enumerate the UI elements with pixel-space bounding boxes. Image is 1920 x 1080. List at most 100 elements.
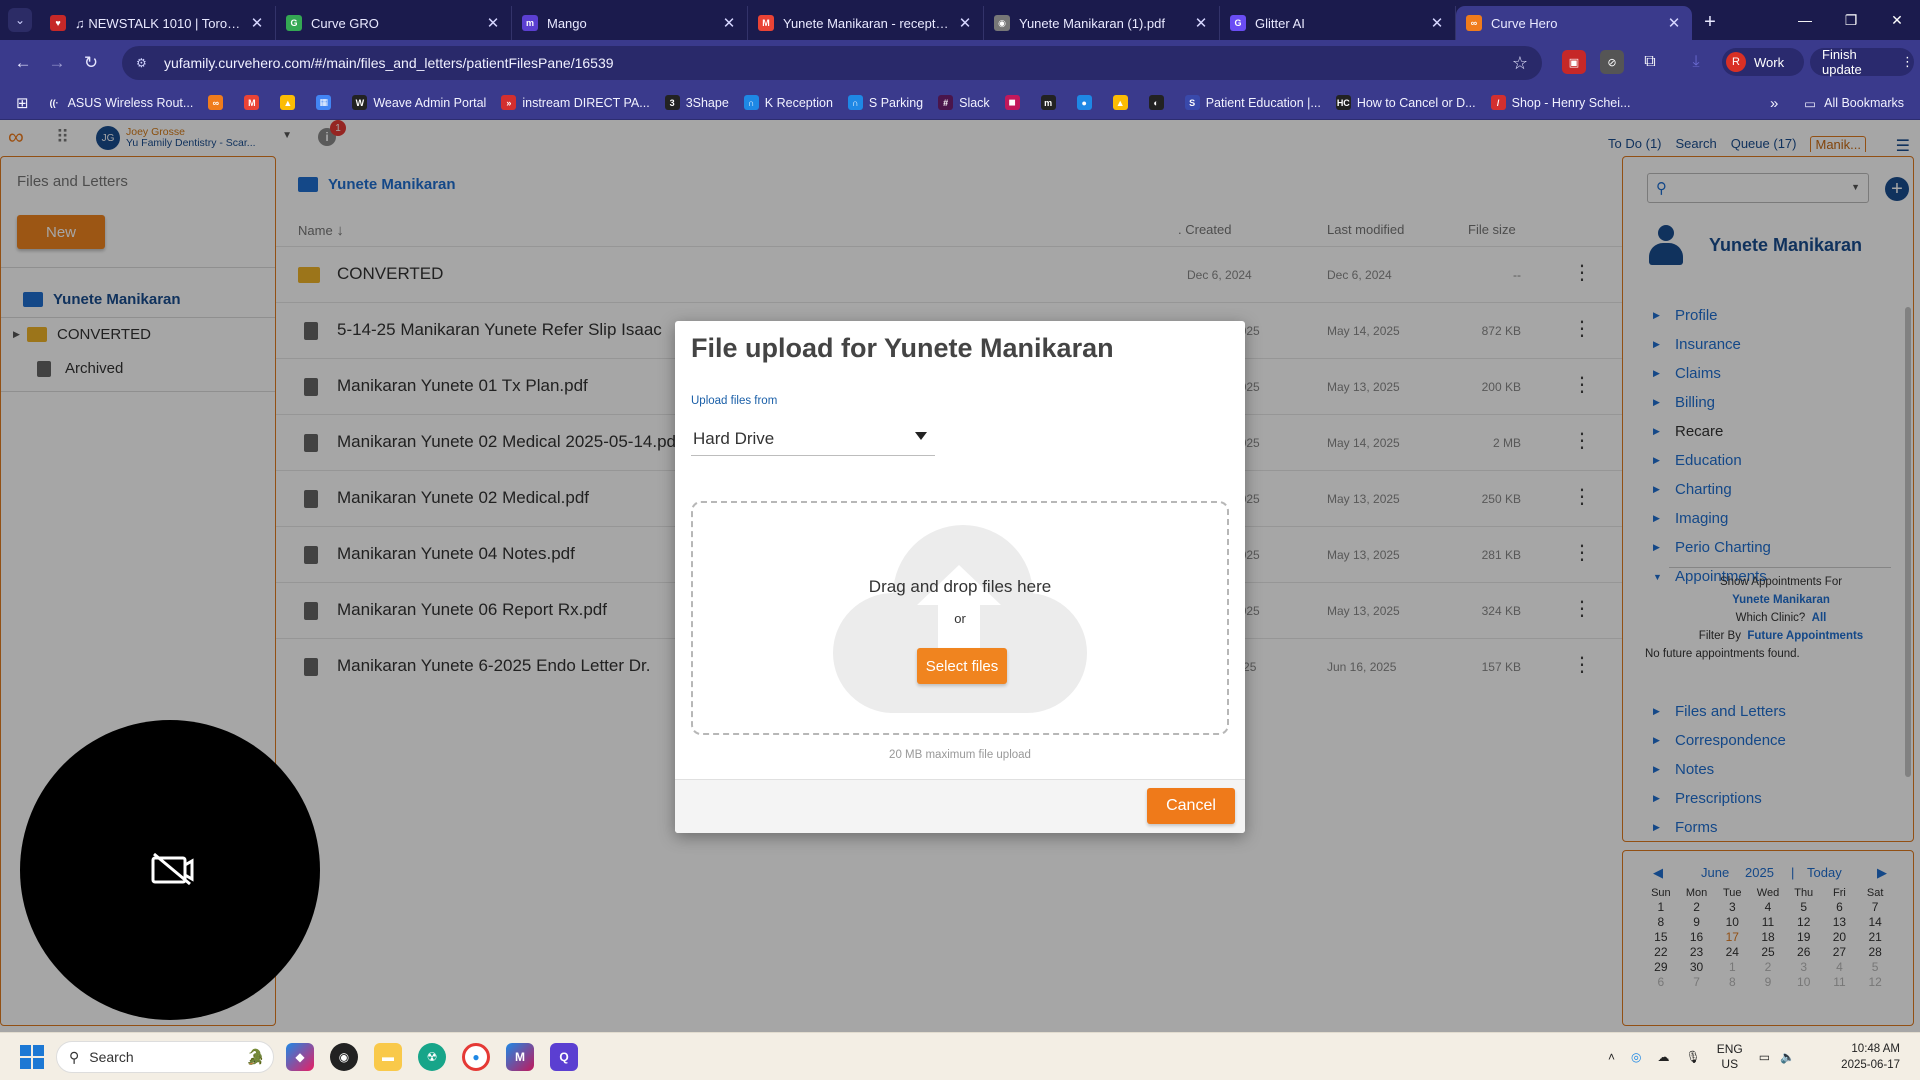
or-text: or (954, 611, 966, 626)
file-drop-zone[interactable]: Drag and drop files here or Select files (691, 501, 1229, 735)
dialog-footer: Cancel (675, 779, 1245, 833)
bookmark-favicon-icon: ◼ (1004, 95, 1020, 110)
bookmark-item[interactable]: ∩ K Reception (743, 95, 833, 110)
bookmark-item[interactable]: ◐ (1148, 95, 1170, 110)
upload-source-select[interactable]: Hard Drive (691, 422, 935, 456)
extension-off-icon[interactable]: ⊘ (1600, 50, 1624, 74)
close-tab-icon[interactable]: ✕ (1193, 14, 1209, 32)
bookmark-label: Patient Education |... (1205, 95, 1321, 110)
bookmark-item[interactable]: » instream DIRECT PA... (501, 95, 650, 110)
bookmark-item[interactable]: ● (1076, 95, 1098, 110)
close-window-icon[interactable]: ✕ (1874, 0, 1920, 40)
browser-tab[interactable]: G Glitter AI ✕ (1220, 6, 1456, 40)
extensions-puzzle-icon[interactable]: ⧉ (1638, 50, 1662, 74)
tab-favicon-icon: G (1230, 15, 1246, 31)
all-bookmarks[interactable]: » ▭ All Bookmarks (1770, 86, 1904, 120)
onedrive-icon[interactable]: ☁ (1658, 1050, 1670, 1064)
bookmark-item[interactable]: S Patient Education |... (1184, 95, 1321, 110)
more-vert-icon[interactable]: ⋮ (1901, 54, 1914, 70)
microphone-icon[interactable]: 🎙 (1686, 1050, 1701, 1064)
file-explorer-icon[interactable]: ▬ (374, 1043, 402, 1071)
lang-label: ENG (1716, 1042, 1743, 1056)
upload-from-label: Upload files from (691, 395, 778, 407)
browser-tab[interactable]: G Curve GRO ✕ (276, 6, 512, 40)
close-tab-icon[interactable]: ✕ (249, 14, 265, 32)
forward-icon[interactable]: → (40, 53, 74, 73)
bookmark-item[interactable]: W Weave Admin Portal (352, 95, 486, 110)
windows-taskbar: ⚲ Search 🐊 ◆ ◉ ▬ ☢ ● M Q ˄ ◎ ☁ 🎙 ENG US … (0, 1032, 1920, 1080)
browser-tab[interactable]: M Yunete Manikaran - reception@ ✕ (748, 6, 984, 40)
close-tab-icon[interactable]: ✕ (1429, 14, 1445, 32)
bookmark-item[interactable]: ◼ (1004, 95, 1026, 110)
bookmark-item[interactable]: ∩ S Parking (847, 95, 923, 110)
app-icon[interactable]: ◉ (330, 1043, 358, 1071)
bookmark-label: ASUS Wireless Rout... (67, 95, 194, 110)
close-tab-icon[interactable]: ✕ (1666, 14, 1682, 32)
bookmark-favicon-icon: HC (1335, 95, 1351, 110)
microsoft-365-icon[interactable]: M (506, 1043, 534, 1071)
bookmark-item[interactable]: ((· ASUS Wireless Rout... (46, 95, 194, 110)
select-files-button[interactable]: Select files (917, 648, 1007, 684)
site-info-icon[interactable]: ⚙ (136, 56, 152, 70)
webcam-preview[interactable] (20, 720, 320, 1020)
profile-button[interactable]: R Work (1722, 48, 1804, 76)
windows-start-icon[interactable] (20, 1045, 44, 1069)
app-icon[interactable]: Q (550, 1043, 578, 1071)
chrome-icon[interactable]: ● (462, 1043, 490, 1071)
tray-app-icon[interactable]: ◎ (1631, 1050, 1641, 1064)
close-tab-icon[interactable]: ✕ (721, 14, 737, 32)
bookmark-item[interactable]: m (1040, 95, 1062, 110)
back-icon[interactable]: ← (6, 53, 40, 73)
url-bar[interactable]: ⚙ yufamily.curvehero.com/#/main/files_an… (122, 46, 1542, 80)
bookmark-star-icon[interactable]: ☆ (1512, 53, 1528, 74)
bookmark-item[interactable]: ▲ (1112, 95, 1134, 110)
browser-tab[interactable]: ∞ Curve Hero ✕ (1456, 6, 1692, 40)
new-tab-button[interactable]: + (1692, 11, 1728, 34)
minimize-icon[interactable]: — (1782, 0, 1828, 40)
reload-icon[interactable]: ↻ (74, 53, 108, 73)
bookmark-favicon-icon: M (244, 95, 260, 110)
bookmark-item[interactable]: / Shop - Henry Schei... (1490, 95, 1630, 110)
bookmark-item[interactable]: 3 3Shape (664, 95, 729, 110)
tab-search-icon[interactable]: ⌄ (8, 8, 32, 32)
bookmark-item[interactable]: ∞ (208, 95, 229, 110)
window-controls: — ❐ ✕ (1782, 0, 1920, 40)
bookmark-item[interactable]: ▦ (316, 95, 337, 110)
bookmark-item[interactable]: HC How to Cancel or D... (1335, 95, 1476, 110)
volume-icon[interactable]: 🔈 (1780, 1050, 1795, 1064)
close-tab-icon[interactable]: ✕ (957, 14, 973, 32)
copilot-icon[interactable]: ◆ (286, 1043, 314, 1071)
url-text: yufamily.curvehero.com/#/main/files_and_… (164, 55, 614, 71)
restore-icon[interactable]: ❐ (1828, 0, 1874, 40)
language-indicator[interactable]: ENG US (1717, 1042, 1743, 1072)
tab-title: Yunete Manikaran (1).pdf (1019, 15, 1165, 31)
network-icon[interactable]: ▭ (1759, 1050, 1770, 1064)
app-icon[interactable]: ☢ (418, 1043, 446, 1071)
more-bookmarks-chevron-icon[interactable]: » (1770, 95, 1778, 112)
extension-icon[interactable]: ▣ (1562, 50, 1586, 74)
clock[interactable]: 10:48 AM 2025-06-17 (1841, 1041, 1900, 1073)
browser-tab[interactable]: ♥ ♫ NEWSTALK 1010 | Toronto's r ✕ (40, 6, 276, 40)
cancel-button[interactable]: Cancel (1147, 788, 1235, 824)
finish-update-button[interactable]: Finish update ⋮ (1810, 47, 1914, 77)
clock-date: 2025-06-17 (1841, 1059, 1900, 1071)
bookmark-item[interactable]: ▲ (280, 95, 301, 110)
tray-chevron-up-icon[interactable]: ˄ (1608, 1050, 1615, 1064)
bookmark-favicon-icon: ● (1076, 95, 1092, 110)
browser-tab[interactable]: m Mango ✕ (512, 6, 748, 40)
taskbar-search[interactable]: ⚲ Search 🐊 (56, 1041, 274, 1073)
tab-title: Mango (547, 15, 587, 31)
bookmark-label: 3Shape (685, 95, 729, 110)
apps-grid-icon[interactable]: ⊞ (16, 94, 29, 112)
download-icon[interactable]: ⤓ (1684, 50, 1708, 74)
browser-tab[interactable]: ◉ Yunete Manikaran (1).pdf ✕ (984, 6, 1220, 40)
bookmark-item[interactable]: # Slack (938, 95, 990, 110)
browser-tab-strip: ⌄ ♥ ♫ NEWSTALK 1010 | Toronto's r ✕ G Curve … (0, 0, 1920, 40)
search-highlight-icon: 🐊 (246, 1049, 265, 1066)
search-icon: ⚲ (69, 1048, 80, 1065)
bookmark-favicon-icon: 3 (664, 95, 680, 110)
close-tab-icon[interactable]: ✕ (485, 14, 501, 32)
bookmark-favicon-icon: ∞ (208, 95, 224, 110)
all-bookmarks-label: All Bookmarks (1824, 96, 1904, 110)
bookmark-item[interactable]: M (244, 95, 265, 110)
